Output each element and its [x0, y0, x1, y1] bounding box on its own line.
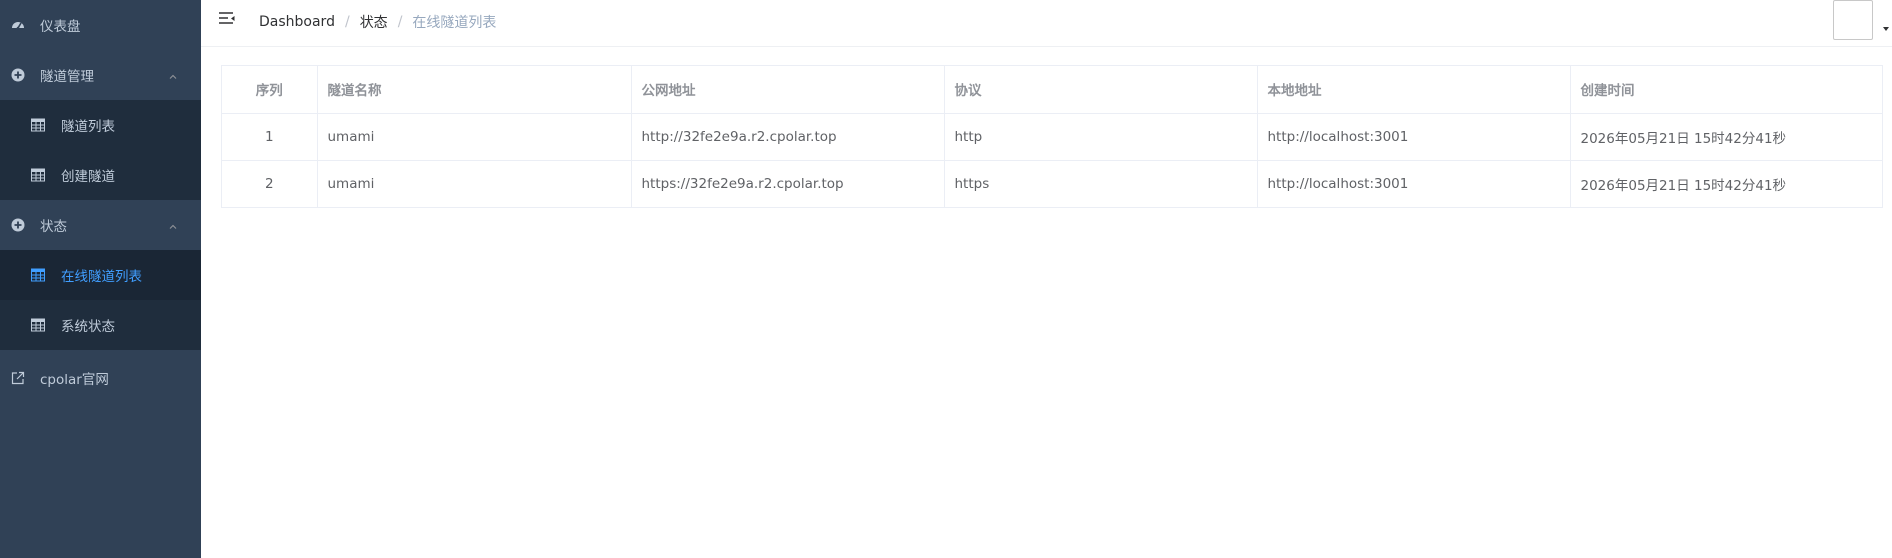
sidebar-item-label: 系统状态: [61, 319, 115, 335]
breadcrumb-separator: /: [344, 14, 350, 30]
menu-fold-icon[interactable]: [218, 11, 236, 27]
sidebar-item-label: 隧道管理: [40, 69, 94, 85]
table-row: 1 umami http://32fe2e9a.r2.cpolar.top ht…: [222, 113, 1882, 161]
cell-name: umami: [317, 113, 632, 161]
sidebar-item-tunnel-management[interactable]: 隧道管理: [0, 50, 201, 100]
sidebar-item-status[interactable]: 状态: [0, 200, 201, 250]
breadcrumb-item-current: 在线隧道列表: [412, 15, 497, 31]
cell-local-address: http://localhost:3001: [1257, 160, 1571, 207]
plus-circle-icon: [11, 68, 25, 82]
sidebar-item-label: 创建隧道: [61, 169, 115, 185]
table-header-row: 序列 隧道名称 公网地址 协议 本地地址 创建时间: [222, 66, 1882, 114]
external-link-icon: [11, 371, 25, 385]
tunnel-table: 序列 隧道名称 公网地址 协议 本地地址 创建时间 1 umami http:/…: [221, 65, 1883, 208]
submenu-tunnel-management: 隧道列表 创建隧道: [0, 100, 201, 200]
table-icon: [31, 268, 45, 282]
column-header-protocol: 协议: [944, 66, 1258, 114]
dashboard-icon: [11, 18, 25, 32]
column-header-name: 隧道名称: [317, 66, 632, 114]
cell-protocol: http: [944, 113, 1258, 161]
sidebar-item-label: 隧道列表: [61, 119, 115, 135]
sidebar-item-cpolar-site[interactable]: cpolar官网: [0, 350, 201, 406]
cell-public-url: https://32fe2e9a.r2.cpolar.top: [631, 160, 945, 207]
table-icon: [31, 318, 45, 332]
cell-created-at: 2026年05月21日 15时42分41秒: [1580, 177, 1787, 194]
sidebar-item-label: 在线隧道列表: [61, 269, 142, 285]
sidebar: 仪表盘 隧道管理 隧道列表 创建隧道 状态 在线隧道列表 系统状态 cpolar…: [0, 0, 201, 558]
table-icon: [31, 168, 45, 182]
sidebar-item-label: 状态: [40, 219, 67, 235]
cell-name: umami: [317, 160, 632, 207]
cell-index: 1: [222, 113, 318, 161]
chevron-up-icon: [168, 70, 178, 80]
chevron-up-icon: [168, 220, 178, 230]
table-row: 2 umami https://32fe2e9a.r2.cpolar.top h…: [222, 160, 1882, 207]
sidebar-item-dashboard[interactable]: 仪表盘: [0, 0, 201, 50]
sidebar-item-label: 仪表盘: [40, 19, 81, 35]
sidebar-item-system-status[interactable]: 系统状态: [0, 300, 201, 350]
sidebar-item-online-tunnels[interactable]: 在线隧道列表: [0, 250, 201, 300]
cell-created-at: 2026年05月21日 15时42分41秒: [1570, 113, 1882, 161]
column-header-index: 序列: [222, 66, 318, 114]
breadcrumb: Dashboard / 状态 / 在线隧道列表: [259, 12, 496, 32]
cell-protocol: https: [944, 160, 1258, 207]
column-header-created-at: 创建时间: [1570, 66, 1882, 114]
cell-index: 2: [222, 160, 318, 207]
navbar: Dashboard / 状态 / 在线隧道列表: [201, 0, 1892, 47]
sidebar-item-create-tunnel[interactable]: 创建隧道: [0, 150, 201, 200]
avatar[interactable]: [1833, 0, 1873, 40]
sidebar-item-tunnel-list[interactable]: 隧道列表: [0, 100, 201, 150]
caret-down-icon[interactable]: [1883, 27, 1889, 31]
submenu-status: 在线隧道列表 系统状态: [0, 250, 201, 350]
plus-circle-icon: [11, 218, 25, 232]
column-header-local-address: 本地地址: [1257, 66, 1571, 114]
breadcrumb-item-status: 状态: [359, 15, 388, 31]
column-header-public-url: 公网地址: [631, 66, 945, 114]
table-icon: [31, 118, 45, 132]
breadcrumb-item-dashboard[interactable]: Dashboard: [259, 14, 335, 30]
cell-public-url: http://32fe2e9a.r2.cpolar.top: [631, 113, 945, 161]
sidebar-item-label: cpolar官网: [40, 372, 109, 388]
breadcrumb-separator: /: [397, 14, 403, 30]
cell-local-address: http://localhost:3001: [1257, 113, 1571, 161]
